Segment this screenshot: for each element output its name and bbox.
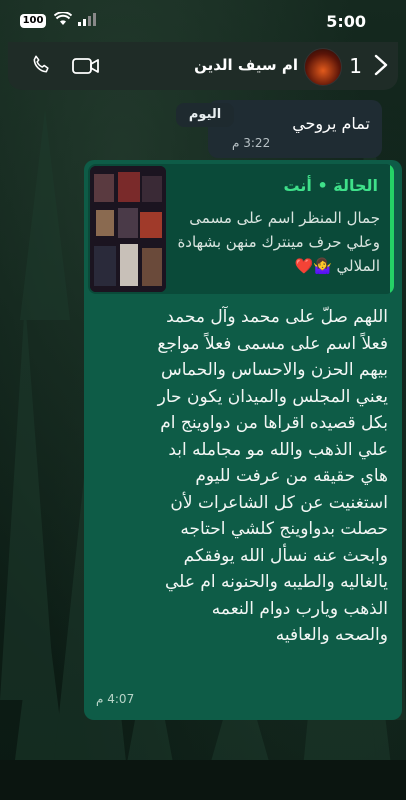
signal-icon xyxy=(78,13,96,26)
outgoing-time: 4:07 م xyxy=(96,692,135,706)
quote-title: الحالة • أنت xyxy=(283,176,378,195)
status-thumbnail xyxy=(90,166,166,292)
outgoing-message[interactable]: الحالة • أنت جمال المنظر اسم على مسمى وع… xyxy=(84,160,402,720)
message-line: يالغاليه والطيبه والحنونه ام علي xyxy=(165,572,388,592)
status-bar: 100 5:00 xyxy=(0,0,406,42)
quote-body: جمال المنظر اسم على مسمى وعلي حرف مينترك… xyxy=(177,209,380,275)
message-line: اللهم صلّ على محمد وآل محمد xyxy=(166,307,388,327)
message-line: علي الذهب والله مو مجامله ابد xyxy=(168,439,388,460)
status-time: 5:00 xyxy=(326,12,366,31)
message-line: وابحث عنه نسأل الله يوفقكم xyxy=(183,545,388,566)
video-call-icon[interactable] xyxy=(72,55,100,77)
back-arrow-icon[interactable] xyxy=(374,54,388,76)
battery-icon: 100 xyxy=(20,14,46,28)
quote-accent-bar xyxy=(390,164,394,294)
message-line: بكل قصيده اقراها من دواوينج ام xyxy=(160,413,388,433)
phone-call-icon[interactable] xyxy=(30,54,52,76)
incoming-message[interactable]: تمام يروحي 3:22 م xyxy=(208,100,382,158)
message-line: الذهب ويارب دوام النعمه xyxy=(211,598,388,619)
chat-header: ام سيف الدين 1 xyxy=(8,42,398,90)
bottom-area xyxy=(0,760,406,800)
message-line: هاي حقيقه من عرفت لليوم xyxy=(195,466,388,486)
outgoing-text: اللهم صلّ على محمد وآل محمد فعلاً اسم عل… xyxy=(88,304,388,649)
quoted-status[interactable]: الحالة • أنت جمال المنظر اسم على مسمى وع… xyxy=(88,164,394,294)
date-separator: اليوم xyxy=(176,103,234,127)
message-line: بيهم الحزن والاحساس والحماس xyxy=(160,360,388,380)
contact-avatar[interactable] xyxy=(304,48,342,86)
incoming-time: 3:22 م xyxy=(232,136,271,150)
message-line: يعني المجلس والميدان يكون حار xyxy=(157,386,388,407)
contact-name[interactable]: ام سيف الدين xyxy=(194,56,298,74)
message-line: والصحه والعافيه xyxy=(275,625,388,645)
incoming-text: تمام يروحي xyxy=(292,114,370,133)
message-line: فعلاً اسم على مسمى فعلاً مواجع xyxy=(157,333,388,354)
message-line: حصلت بدواوينج كلشي احتاجه xyxy=(180,519,388,539)
message-line: استغنيت عن كل الشاعرات لأن xyxy=(170,492,388,513)
wifi-icon xyxy=(54,12,72,25)
unread-count: 1 xyxy=(349,54,362,78)
